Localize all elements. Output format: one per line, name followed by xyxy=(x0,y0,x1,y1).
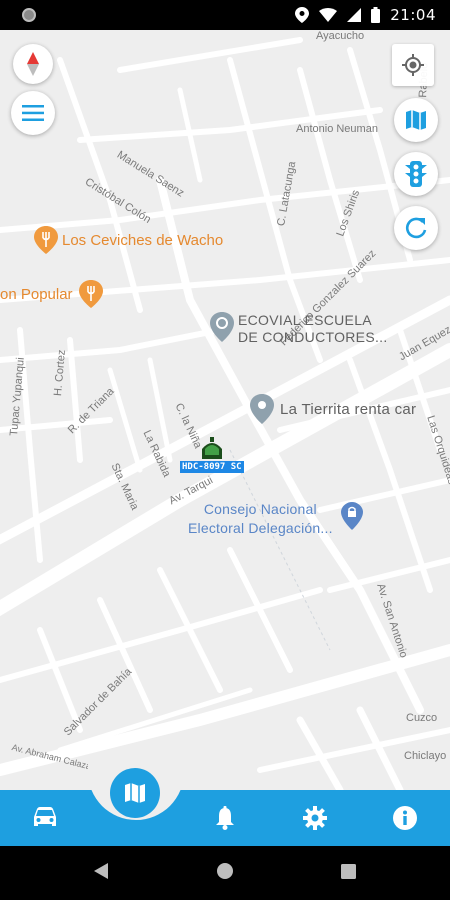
poi-label: on Popular xyxy=(0,285,73,303)
info-icon xyxy=(393,806,417,830)
my-location-button[interactable] xyxy=(392,44,434,86)
compass-icon xyxy=(27,52,39,76)
poi-label: Consejo Nacional xyxy=(203,501,317,517)
clock: 21:04 xyxy=(390,6,436,24)
my-location-icon xyxy=(402,54,424,76)
poi-popular[interactable]: on Popular xyxy=(0,280,103,308)
map-icon xyxy=(125,783,145,803)
wifi-icon xyxy=(319,8,338,22)
restaurant-marker-icon xyxy=(34,226,58,254)
signal-icon xyxy=(347,8,362,22)
system-navigation-bar xyxy=(0,846,450,900)
nav-notifications-button[interactable] xyxy=(209,802,241,834)
notification-dot-icon xyxy=(22,8,36,22)
status-bar: 21:04 xyxy=(0,0,450,30)
nav-map-button[interactable] xyxy=(110,768,160,818)
poi-label: ECOVIAL ESCUELA xyxy=(238,312,372,328)
vehicle-marker[interactable]: HDC-8097 SC xyxy=(180,435,246,475)
poi-label: La Tierrita renta car xyxy=(280,400,417,418)
back-icon[interactable] xyxy=(94,863,108,879)
poi-label: Los Ceviches de Wacho xyxy=(62,231,224,249)
poi-tierrita[interactable]: La Tierrita renta car xyxy=(250,394,416,424)
car-icon xyxy=(34,807,56,826)
recents-icon[interactable] xyxy=(341,864,356,879)
location-status-icon xyxy=(295,7,310,23)
battery-icon xyxy=(371,7,381,23)
map-icon xyxy=(406,110,426,130)
vehicle-icon xyxy=(202,437,222,459)
nav-vehicles-button[interactable] xyxy=(29,802,61,834)
restaurant-marker-icon xyxy=(78,280,103,308)
refresh-button[interactable] xyxy=(394,206,438,250)
street-label: Antonio Neuman xyxy=(296,123,378,135)
traffic-button[interactable] xyxy=(394,152,438,196)
map-view[interactable]: Ayacucho Antonio Neuman Manuela Saenz Cr… xyxy=(0,30,450,790)
bell-icon xyxy=(216,806,234,830)
menu-icon xyxy=(22,105,44,121)
vehicle-plate: HDC-8097 SC xyxy=(180,461,244,473)
place-marker-icon xyxy=(250,394,274,424)
poi-ceviches[interactable]: Los Ceviches de Wacho xyxy=(34,226,223,254)
menu-button[interactable] xyxy=(11,91,55,135)
school-marker-icon xyxy=(210,312,234,342)
gear-icon xyxy=(303,806,327,830)
home-icon[interactable] xyxy=(216,862,234,880)
bottom-navigation xyxy=(0,762,450,846)
traffic-light-icon xyxy=(405,161,427,187)
poi-consejo[interactable]: Consejo Nacional Electoral Delegación... xyxy=(188,500,363,538)
compass-button[interactable] xyxy=(13,44,53,84)
government-marker-icon xyxy=(340,502,363,530)
street-label: Ayacucho xyxy=(316,30,365,42)
street-label: Chiclayo xyxy=(404,750,447,762)
refresh-icon xyxy=(405,217,427,239)
map-layers-button[interactable] xyxy=(394,98,438,142)
nav-settings-button[interactable] xyxy=(299,802,331,834)
nav-info-button[interactable] xyxy=(389,802,421,834)
poi-label: Electoral Delegación... xyxy=(188,520,333,536)
street-label: Cuzco xyxy=(406,712,438,724)
poi-label: DE CONDUCTORES... xyxy=(238,329,388,345)
poi-ecovial[interactable]: ECOVIAL ESCUELA DE CONDUCTORES... xyxy=(210,312,388,346)
